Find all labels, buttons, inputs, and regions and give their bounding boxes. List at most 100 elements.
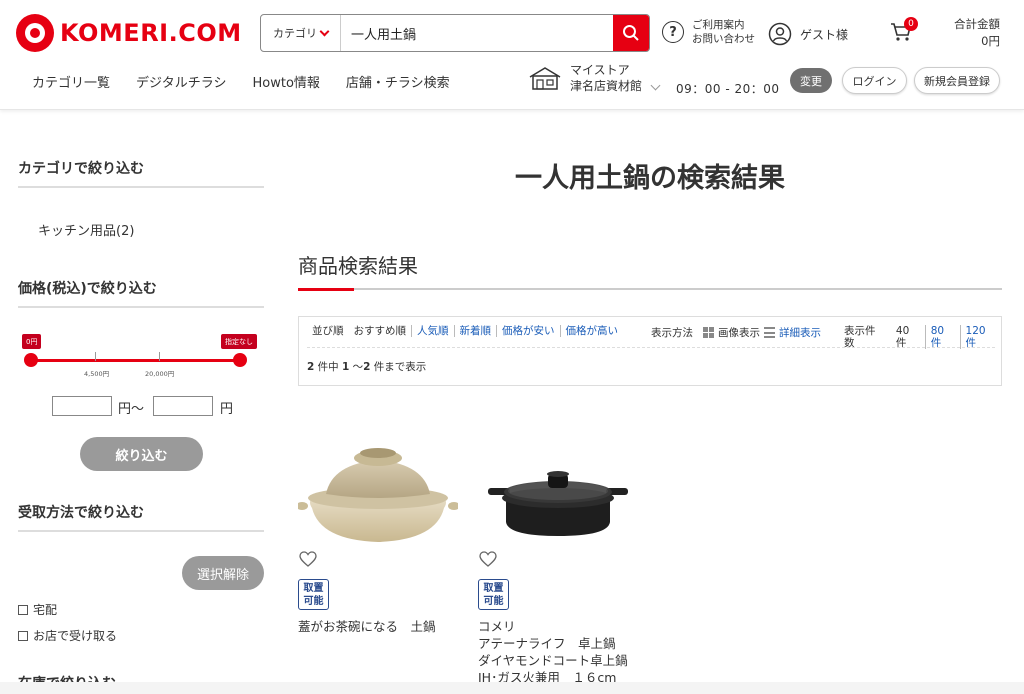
- user-icon: [768, 22, 792, 46]
- pickup-available-badge: 取置 可能: [298, 579, 329, 610]
- divider-accent: [298, 288, 354, 291]
- page-bottom-bar: [0, 682, 1024, 694]
- store-hours: 09：00 - 20：00: [676, 82, 780, 96]
- cart-total: 合計金額 0円: [954, 16, 1000, 50]
- grid-view-icon: [703, 327, 714, 338]
- nav-category-list[interactable]: カテゴリ一覧: [32, 72, 110, 91]
- register-button[interactable]: 新規会員登録: [914, 67, 1000, 94]
- price-min-handle[interactable]: [24, 353, 38, 367]
- price-slider-track[interactable]: [30, 359, 240, 362]
- price-filter-title: 価格(税込)で絞り込む: [18, 281, 157, 297]
- product-name[interactable]: コメリ アテーナライフ 卓上鍋 ダイヤモンドコート卓上鍋 IH･ガス火兼用 １６…: [478, 618, 638, 686]
- site-header: KOMERI.COM カテゴリ ? ご利用案内 お問い合わせ ゲスト様: [0, 0, 1024, 110]
- divider: [307, 347, 995, 348]
- page-title: 一人用土鍋の検索結果: [515, 163, 785, 194]
- nav-howto[interactable]: Howto情報: [253, 72, 320, 91]
- search-button[interactable]: [613, 15, 649, 51]
- price-min-input[interactable]: [52, 396, 112, 416]
- clear-selection-button[interactable]: 選択解除: [182, 556, 264, 590]
- divider: [18, 530, 264, 532]
- result-text-c: 件まで表示: [370, 361, 427, 373]
- search-category-select[interactable]: カテゴリ: [261, 15, 341, 51]
- display-options: 表示方法 画像表示 詳細表示: [651, 325, 821, 340]
- search-icon: [623, 25, 639, 41]
- nav-store-search[interactable]: 店舗・チラシ検索: [346, 72, 450, 91]
- cart-count-badge: 0: [904, 17, 918, 31]
- chevron-down-icon: [319, 26, 330, 36]
- total-label: 合計金額: [954, 17, 1000, 31]
- price-filter-button[interactable]: 絞り込む: [80, 437, 203, 471]
- per-page-80[interactable]: 80件: [924, 325, 960, 349]
- slider-tick-label: 20,000円: [145, 370, 175, 378]
- search-bar: カテゴリ: [260, 14, 650, 52]
- nav-digital-flyer[interactable]: デジタルチラシ: [136, 72, 226, 91]
- cart-link[interactable]: 0: [890, 17, 918, 45]
- sort-newest[interactable]: 新着順: [453, 325, 497, 337]
- display-detail[interactable]: 詳細表示: [779, 325, 821, 340]
- search-input[interactable]: [341, 15, 613, 51]
- product-image[interactable]: [296, 436, 460, 550]
- section-title: 商品検索結果: [298, 254, 418, 278]
- result-count: 2 件中 1 〜2 件まで表示: [307, 359, 426, 374]
- price-unit-from: 円〜: [118, 402, 145, 417]
- sort-panel: 並び順 おすすめ順 人気順 新着順 価格が安い 価格が高い 表示方法 画像表示 …: [298, 316, 1002, 386]
- store-label: マイストア: [570, 63, 630, 77]
- result-text-a: 件中: [314, 361, 342, 373]
- sort-options: 並び順 おすすめ順 人気順 新着順 価格が安い 価格が高い: [307, 325, 623, 337]
- logo-text: KOMERI.COM: [60, 19, 242, 47]
- slider-tick: [95, 352, 96, 361]
- guest-label: ゲスト様: [800, 27, 849, 42]
- price-min-tag: 0円: [22, 334, 42, 349]
- help-line1: ご利用案内: [692, 19, 745, 31]
- category-filter-title: カテゴリで絞り込む: [18, 161, 144, 177]
- per-page-current: 40件: [895, 325, 910, 349]
- category-item-kitchen[interactable]: キッチン用品(2): [38, 220, 134, 239]
- help-line2: お問い合わせ: [692, 33, 755, 45]
- product-card[interactable]: 取置 可能 コメリ アテーナライフ 卓上鍋 ダイヤモンドコート卓上鍋 IH･ガス…: [478, 436, 638, 686]
- list-view-icon: [764, 327, 775, 338]
- price-unit-to: 円: [220, 402, 234, 417]
- per-page-120[interactable]: 120件: [959, 325, 1001, 349]
- help-link[interactable]: ? ご利用案内 お問い合わせ: [662, 18, 755, 46]
- divider: [298, 288, 1002, 290]
- divider: [18, 306, 264, 308]
- per-page-options: 表示件数 40件 80件 120件: [839, 325, 1001, 349]
- sort-price-low[interactable]: 価格が安い: [496, 325, 560, 337]
- store-icon: [529, 67, 561, 90]
- product-card[interactable]: 取置 可能 蓋がお茶碗になる 土鍋: [296, 436, 460, 635]
- donabe-pot-image: [296, 448, 460, 542]
- account-link[interactable]: ゲスト様: [768, 22, 848, 46]
- receive-option-delivery[interactable]: 宅配: [18, 601, 57, 618]
- checkbox[interactable]: [18, 604, 28, 615]
- product-image[interactable]: [478, 436, 638, 550]
- sort-current: おすすめ順: [353, 325, 407, 337]
- question-icon: ?: [662, 21, 684, 43]
- price-max-input[interactable]: [153, 396, 213, 416]
- rooster-logo-icon: [16, 14, 54, 52]
- checkbox[interactable]: [18, 630, 28, 641]
- total-value: 0円: [981, 34, 1000, 48]
- store-chevron-icon[interactable]: [650, 80, 661, 91]
- favorite-heart-icon[interactable]: [478, 550, 498, 568]
- display-image[interactable]: 画像表示: [718, 325, 760, 340]
- my-store[interactable]: マイストア 津名店資材館: [528, 62, 642, 94]
- checkbox-label: 宅配: [33, 603, 58, 617]
- sort-label: 並び順: [312, 325, 344, 337]
- slider-tick-label: 4,500円: [84, 370, 110, 378]
- receive-option-store-pickup[interactable]: お店で受け取る: [18, 627, 117, 644]
- slider-tick: [159, 352, 160, 361]
- pickup-available-badge: 取置 可能: [478, 579, 509, 610]
- sort-popular[interactable]: 人気順: [411, 325, 454, 337]
- store-text: マイストア 津名店資材館: [570, 62, 642, 94]
- login-button[interactable]: ログイン: [842, 67, 907, 94]
- divider: [18, 186, 264, 188]
- sort-price-high[interactable]: 価格が高い: [559, 325, 624, 337]
- main-nav: カテゴリ一覧 デジタルチラシ Howto情報 店舗・チラシ検索: [32, 72, 450, 91]
- store-name: 津名店資材館: [570, 79, 643, 93]
- komeri-logo[interactable]: KOMERI.COM: [16, 14, 242, 52]
- product-name[interactable]: 蓋がお茶碗になる 土鍋: [298, 618, 458, 635]
- per-page-label: 表示件数: [844, 325, 876, 349]
- price-max-handle[interactable]: [233, 353, 247, 367]
- favorite-heart-icon[interactable]: [298, 550, 318, 568]
- change-store-button[interactable]: 変更: [790, 68, 832, 93]
